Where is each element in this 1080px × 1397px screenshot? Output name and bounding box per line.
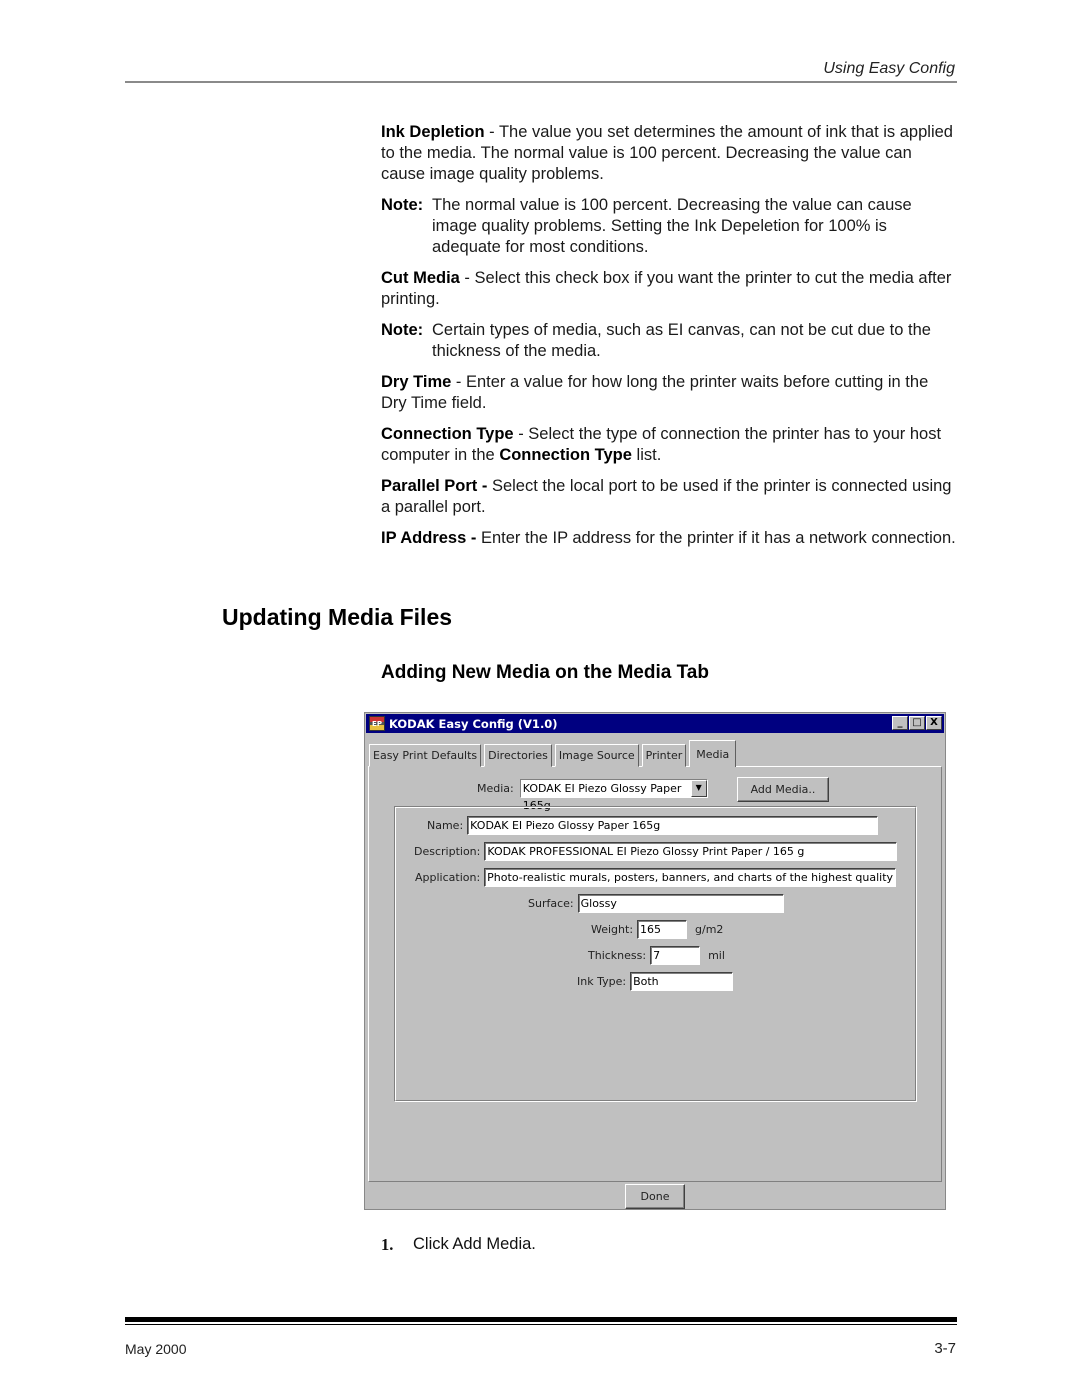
done-button[interactable]: Done bbox=[625, 1184, 685, 1209]
note-ink-depletion: Note: The normal value is 100 percent. De… bbox=[381, 196, 912, 256]
paragraph-parallel-port: Parallel Port - Select the local port to… bbox=[381, 477, 952, 516]
section-heading: Updating Media Files bbox=[222, 604, 453, 630]
application-row: Application: Photo-realistic murals, pos… bbox=[415, 868, 897, 887]
maximize-button[interactable]: □ bbox=[909, 716, 925, 730]
surface-row: Surface: Glossy bbox=[528, 894, 784, 913]
thickness-label: Thickness: bbox=[588, 949, 647, 962]
easy-config-window: EP KODAK Easy Config (V1.0) _ □ X Easy P… bbox=[364, 712, 946, 1210]
window-title: KODAK Easy Config (V1.0) bbox=[389, 716, 558, 731]
running-header: Using Easy Config bbox=[823, 60, 955, 77]
tab-media[interactable]: Media bbox=[689, 740, 737, 767]
weight-row: Weight: 165 g/m2 bbox=[591, 920, 723, 939]
application-label: Application: bbox=[415, 871, 481, 884]
weight-unit: g/m2 bbox=[695, 923, 724, 936]
ink-type-row: Ink Type: Both bbox=[577, 972, 734, 991]
ink-type-field[interactable]: Both bbox=[630, 972, 734, 991]
thickness-row: Thickness: 7 mil bbox=[588, 946, 725, 965]
paragraph-cut-media: Cut Media - Select this check box if you… bbox=[381, 269, 952, 308]
tab-strip: Easy Print Defaults Directories Image So… bbox=[369, 739, 739, 767]
name-label: Name: bbox=[427, 819, 464, 832]
weight-field[interactable]: 165 bbox=[637, 920, 688, 939]
app-icon: EP bbox=[369, 716, 385, 731]
paragraph-ink-depletion: Ink Depletion - The value you set determ… bbox=[381, 123, 953, 183]
tab-image-source[interactable]: Image Source bbox=[554, 744, 639, 767]
weight-label: Weight: bbox=[591, 923, 634, 936]
paragraph-ip-address: IP Address - Enter the IP address for th… bbox=[381, 529, 956, 547]
minimize-button[interactable]: _ bbox=[892, 716, 908, 730]
page-number: 3-7 bbox=[934, 1340, 956, 1357]
paragraph-dry-time: Dry Time - Enter a value for how long th… bbox=[381, 373, 929, 412]
title-bar[interactable]: EP KODAK Easy Config (V1.0) _ □ X bbox=[366, 714, 944, 733]
surface-field[interactable]: Glossy bbox=[577, 894, 784, 913]
footer-rule-thin bbox=[125, 1324, 957, 1325]
media-label: Media: bbox=[477, 782, 514, 795]
step-number: 1. bbox=[381, 1235, 394, 1254]
application-field[interactable]: Photo-realistic murals, posters, banners… bbox=[484, 868, 897, 887]
footer-rule-thick bbox=[125, 1317, 957, 1322]
add-media-button[interactable]: Add Media.. bbox=[737, 777, 829, 802]
thickness-field[interactable]: 7 bbox=[650, 946, 701, 965]
name-row: Name: KODAK EI Piezo Glossy Paper 165g bbox=[427, 816, 879, 835]
tab-printer[interactable]: Printer bbox=[641, 744, 687, 767]
header-rule bbox=[125, 81, 957, 83]
paragraph-connection-type: Connection Type - Select the type of con… bbox=[381, 425, 942, 464]
description-row: Description: KODAK PROFESSIONAL EI Piezo… bbox=[414, 842, 898, 861]
tab-easy-print-defaults[interactable]: Easy Print Defaults bbox=[369, 744, 482, 767]
media-dropdown[interactable]: KODAK EI Piezo Glossy Paper 165g ▼ bbox=[519, 779, 708, 812]
tab-directories[interactable]: Directories bbox=[484, 744, 552, 767]
close-button[interactable]: X bbox=[926, 716, 942, 730]
body-text: Ink Depletion - The value you set determ… bbox=[381, 122, 956, 559]
media-select-row: Media: KODAK EI Piezo Glossy Paper 165g … bbox=[477, 779, 708, 812]
footer-date: May 2000 bbox=[125, 1341, 187, 1357]
surface-label: Surface: bbox=[528, 897, 574, 910]
description-field[interactable]: KODAK PROFESSIONAL EI Piezo Glossy Print… bbox=[484, 842, 898, 861]
subsection-heading: Adding New Media on the Media Tab bbox=[381, 662, 709, 683]
note-cut-media: Note: Certain types of media, such as EI … bbox=[381, 321, 931, 360]
chevron-down-icon[interactable]: ▼ bbox=[690, 780, 707, 797]
thickness-unit: mil bbox=[708, 949, 725, 962]
description-label: Description: bbox=[414, 845, 481, 858]
name-field[interactable]: KODAK EI Piezo Glossy Paper 165g bbox=[467, 816, 879, 835]
step-item: 1. Click Add Media. bbox=[381, 1235, 536, 1255]
step-text: Click Add Media. bbox=[413, 1235, 536, 1253]
ink-type-label: Ink Type: bbox=[577, 975, 627, 988]
